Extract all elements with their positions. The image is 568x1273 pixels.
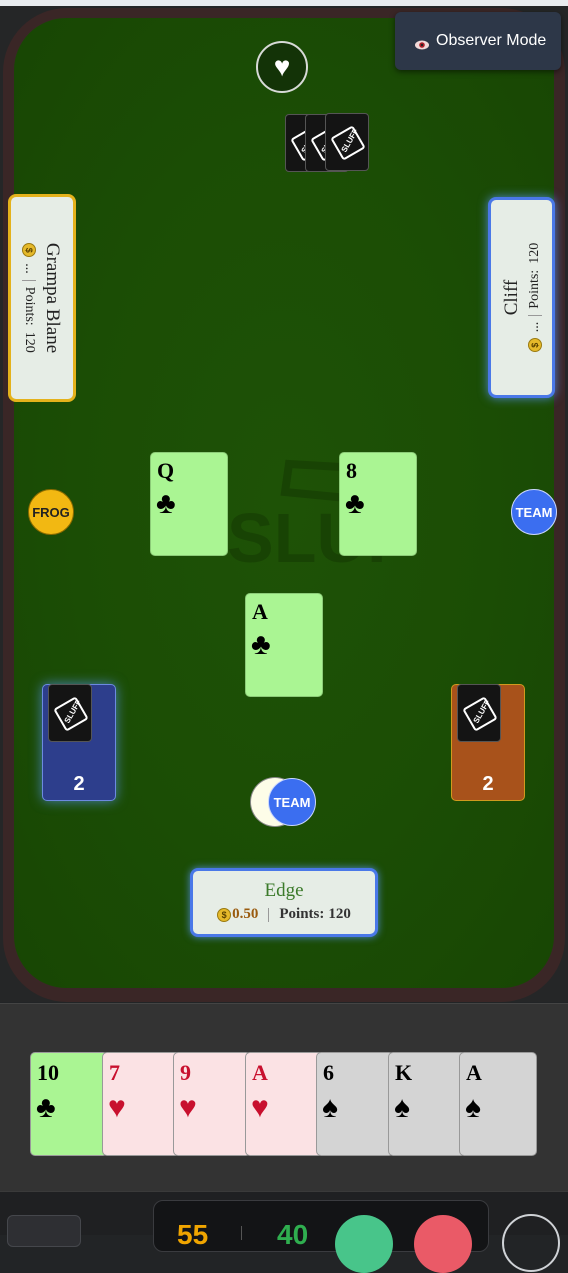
divider: [241, 1226, 242, 1240]
player-points: 120: [22, 331, 37, 353]
divider: [22, 279, 36, 281]
divider: [268, 907, 270, 922]
team-chip: TEAM: [511, 489, 557, 535]
club-icon: ♣: [156, 487, 176, 520]
points-label: Points:: [22, 286, 37, 326]
hand-card[interactable]: K ♠: [388, 1052, 466, 1156]
spade-icon: ♠: [465, 1091, 481, 1124]
confirm-button[interactable]: [335, 1215, 393, 1273]
settings-button[interactable]: [502, 1214, 560, 1272]
card-rank: A: [252, 1060, 268, 1085]
card-rank: A: [466, 1060, 482, 1085]
spade-icon: ♠: [394, 1091, 410, 1124]
player-plate-right: Cliff $ ... Points: 120: [488, 197, 555, 398]
club-icon: ♣: [36, 1091, 56, 1124]
hand-card[interactable]: A ♥: [245, 1052, 323, 1156]
coin-icon: $: [22, 243, 36, 258]
points-label: Points:: [526, 269, 542, 309]
heart-icon: ♥: [108, 1091, 126, 1124]
heart-icon: ♥: [273, 51, 291, 82]
hand-card[interactable]: 9 ♥: [173, 1052, 251, 1156]
card-rank: K: [395, 1060, 413, 1085]
sluff-logo-icon: SLUFF: [333, 127, 361, 156]
player-coins: ...: [22, 263, 37, 274]
player-name: Edge: [264, 880, 304, 901]
card-rank: 9: [180, 1060, 191, 1085]
menu-button[interactable]: [7, 1215, 81, 1247]
trump-suit-indicator: ♥: [256, 41, 308, 93]
player-name: Grampa Blane: [42, 242, 63, 354]
eye-icon: [415, 37, 429, 49]
widow-card: SLUFF: [325, 113, 369, 171]
cancel-button[interactable]: [414, 1215, 472, 1273]
table-felt: SLUFF: [14, 18, 554, 988]
spade-icon: ♠: [322, 1091, 338, 1124]
player-points: 120: [526, 242, 542, 264]
player-plate-bottom: Edge $ 0.50 Points: 120: [190, 868, 378, 937]
trick-count: 2: [482, 773, 494, 795]
pile-top-card: SLUFF: [48, 684, 92, 742]
frog-chip: FROG: [28, 489, 74, 535]
played-card-left: Q ♣: [150, 452, 228, 556]
card-rank: 8: [346, 458, 357, 483]
player-plate-left: Grampa Blane $ ... Points: 120: [8, 194, 76, 402]
sluff-logo-icon: SLUFF: [465, 698, 493, 727]
heart-icon: ♥: [179, 1091, 197, 1124]
status-value-b: 40: [277, 1219, 309, 1250]
status-value-a: 55: [177, 1219, 209, 1250]
card-rank: 10: [37, 1060, 59, 1085]
sluff-logo-icon: SLUFF: [56, 698, 84, 727]
coin-icon: $: [217, 907, 232, 922]
observer-mode-label: Observer Mode: [436, 32, 547, 49]
played-card-bottom: A ♣: [245, 593, 323, 697]
card-rank: A: [252, 599, 268, 624]
player-coins: ...: [526, 321, 542, 333]
played-card-right: 8 ♣: [339, 452, 417, 556]
trick-count: 2: [73, 773, 85, 795]
card-rank: 7: [109, 1060, 120, 1085]
card-rank: 6: [323, 1060, 334, 1085]
card-rank: Q: [157, 458, 175, 483]
coin-icon: $: [527, 338, 542, 353]
hand-card[interactable]: 10 ♣: [30, 1052, 108, 1156]
hand-card[interactable]: 6 ♠: [316, 1052, 394, 1156]
divider: [527, 314, 542, 316]
player-name: Cliff: [500, 279, 522, 316]
player-coins: 0.50: [232, 906, 259, 922]
hand-card[interactable]: 7 ♥: [102, 1052, 180, 1156]
heart-icon: ♥: [251, 1091, 269, 1124]
club-icon: ♣: [251, 628, 271, 661]
pile-top-card: SLUFF: [457, 684, 501, 742]
hand-card[interactable]: A ♠: [459, 1052, 537, 1156]
points-label: Points:: [279, 906, 325, 922]
player-points: 120: [328, 906, 351, 922]
club-icon: ♣: [345, 487, 365, 520]
observer-mode-button[interactable]: Observer Mode: [395, 12, 561, 70]
team-chip: TEAM: [268, 778, 316, 826]
